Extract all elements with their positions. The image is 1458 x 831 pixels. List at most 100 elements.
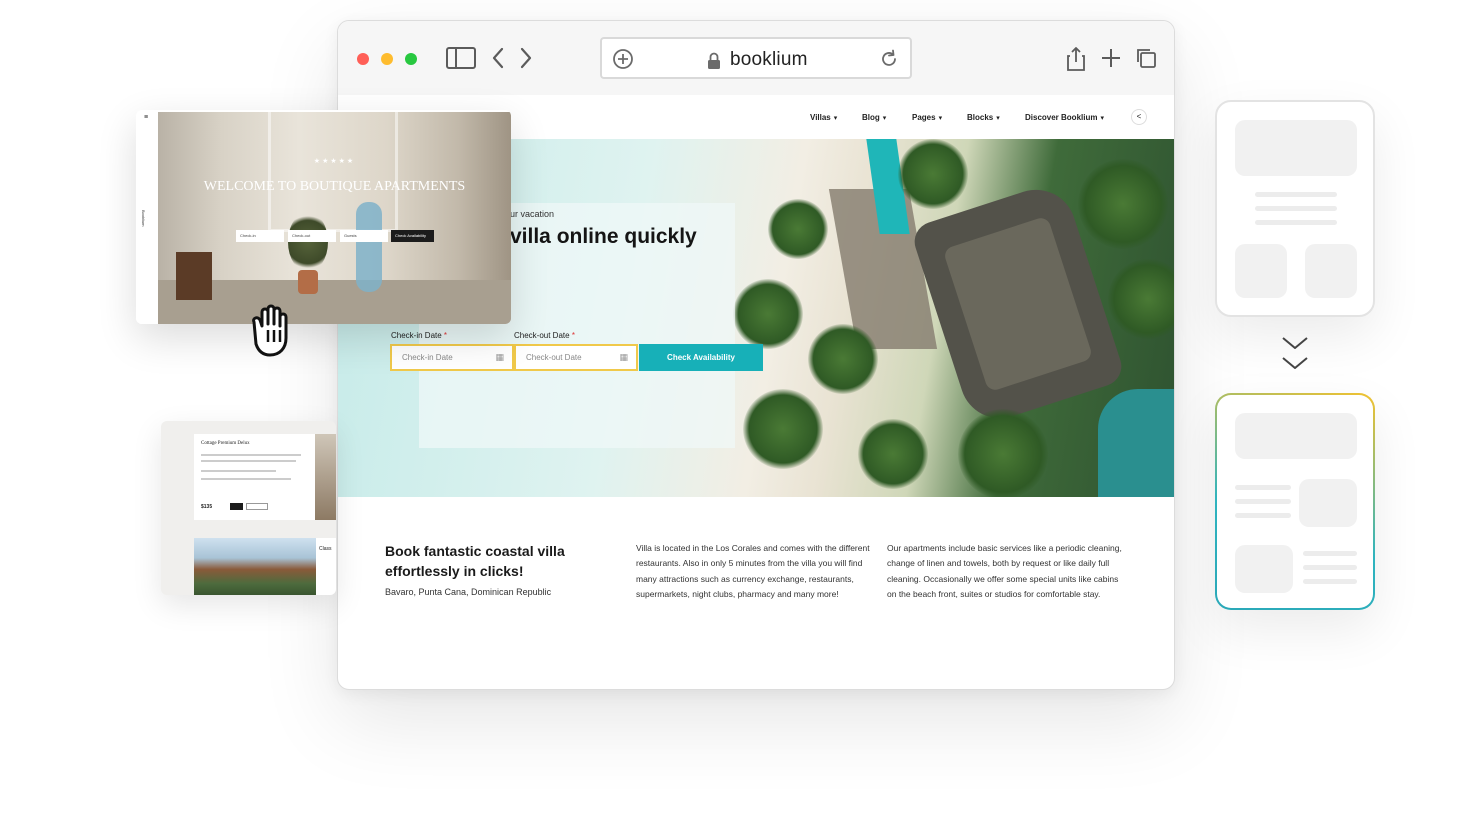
hero-text-clip: ur vacation villa online quickly [510,139,910,339]
cottage-image-2 [194,538,316,595]
browser-toolbar: booklium [338,21,1174,95]
wireframe-line [1255,206,1337,211]
wireframe-block [1235,413,1357,459]
boutique-brand: Booklium [141,210,146,227]
plant-pot [298,270,318,294]
wireframe-card-after [1215,393,1375,610]
checkout-label: Check-out Date * [514,331,575,340]
cabinet [176,252,212,300]
calendar-icon[interactable]: ▦ [495,352,504,363]
wireframe-line [1303,579,1357,584]
cottage-view-button[interactable] [246,503,268,510]
chevron-down-icon: ▾ [1100,115,1104,122]
nav-item-blog[interactable]: Blog ▾ [862,113,886,122]
boutique-checkin-field[interactable]: Check-in [236,230,284,242]
person [356,202,382,292]
palm-tree [743,389,823,469]
sidebar-icon[interactable] [446,46,476,72]
nav-item-villas[interactable]: Villas ▾ [810,113,837,122]
cottage-info-panel: Cottage Premium Delux $135 [194,434,316,520]
text-line [201,460,296,462]
wireframe-card-before [1215,100,1375,317]
checkin-placeholder: Check-in Date [402,353,453,362]
required-mark: * [571,331,575,340]
text-line [201,478,291,480]
nav-item-blocks[interactable]: Blocks ▾ [967,113,1000,122]
wireframe-block [1305,244,1357,298]
maximize-window-button[interactable] [405,53,417,65]
info-location: Bavaro, Punta Cana, Dominican Republic [385,587,552,597]
checkout-placeholder: Check-out Date [526,353,582,362]
wireframe-block [1235,244,1287,298]
chevron-down-icon: ▾ [938,115,943,122]
hero-title: villa online quickly [510,225,697,248]
hero-lagoon [1098,389,1174,497]
minimize-window-button[interactable] [381,53,393,65]
wireframe-line [1235,485,1291,490]
boutique-guests-field[interactable]: Guests [340,230,388,242]
cottage-info-panel-2: Class [316,538,336,595]
checkin-date-field[interactable]: Check-in Date ▦ [390,344,514,371]
cottage-preview-card: Cottage Premium Delux $135 Class [161,421,336,595]
boutique-guests-label: Guests [344,233,357,238]
chevron-down-icon: ▾ [882,115,887,122]
info-title: Book fantastic coastal villa effortlessl… [385,543,565,579]
boutique-checkin-label: Check-in [240,233,256,238]
boutique-sidebar: ≡ Booklium [136,110,158,324]
info-column-2: Our apartments include basic services li… [887,543,1122,600]
nav-label: Villas [810,113,831,122]
checkout-date-field[interactable]: Check-out Date ▦ [514,344,638,371]
nav-item-discover[interactable]: Discover Booklium ▾ [1025,113,1104,122]
chevron-down-icon: ▾ [996,115,1000,122]
info-column-1: Villa is located in the Los Corales and … [636,543,870,600]
address-bar[interactable]: booklium [600,37,912,79]
cottage-book-button[interactable] [230,503,243,510]
boutique-preview-card: ≡ Booklium ★★★★★ WELCOME TO BOUTIQUE APA… [136,110,511,324]
new-tab-plus-icon[interactable] [612,48,634,70]
checkout-label-text: Check-out Date [514,331,570,340]
boutique-hero-image: ★★★★★ WELCOME TO BOUTIQUE APARTMENTS Che… [158,112,511,324]
chevron-down-icon: ▾ [833,115,838,122]
checkin-label: Check-in Date * [391,331,447,340]
cottage-name: Cottage Premium Delux [201,441,250,446]
boutique-checkout-label: Check-out [292,233,311,238]
back-icon[interactable] [490,46,518,72]
hero-subtitle: ur vacation [510,209,555,219]
wireframe-block [1235,545,1293,593]
text-line [201,454,301,456]
wireframe-block [1235,120,1357,176]
text-line [201,470,276,472]
nav-label: Discover Booklium [1025,113,1098,122]
nav-label: Blocks [967,113,994,122]
wireframe-line [1255,220,1337,225]
boutique-title: WELCOME TO BOUTIQUE APARTMENTS [203,179,466,194]
check-availability-button[interactable]: Check Availability [639,344,763,371]
share-icon[interactable]: < [1131,109,1147,125]
rating-stars: ★★★★★ [313,158,356,165]
cottage-name-2: Class [319,546,332,552]
reload-icon[interactable] [878,48,900,70]
nav-label: Blog [862,113,880,122]
palm-tree [858,419,928,489]
wireframe-line [1235,499,1291,504]
boutique-checkout-field[interactable]: Check-out [288,230,336,242]
close-window-button[interactable] [357,53,369,65]
nav-label: Pages [912,113,936,122]
wireframe-line [1303,565,1357,570]
boutique-check-button[interactable]: Check Availability [391,230,434,242]
wireframe-line [1235,513,1291,518]
calendar-icon[interactable]: ▦ [619,352,628,363]
forward-icon[interactable] [518,46,546,72]
add-tab-icon[interactable] [1099,46,1127,72]
url-text: booklium [730,49,808,70]
cottage-image [315,434,336,520]
wireframe-block [1299,479,1357,527]
nav-item-pages[interactable]: Pages ▾ [912,113,942,122]
lock-icon [706,52,722,70]
menu-icon: ≡ [144,114,149,121]
grab-hand-cursor-icon [244,300,304,360]
wireframe-line [1255,192,1337,197]
share-icon[interactable] [1065,46,1093,72]
cottage-price: $135 [201,504,213,510]
tabs-overview-icon[interactable] [1134,46,1162,72]
